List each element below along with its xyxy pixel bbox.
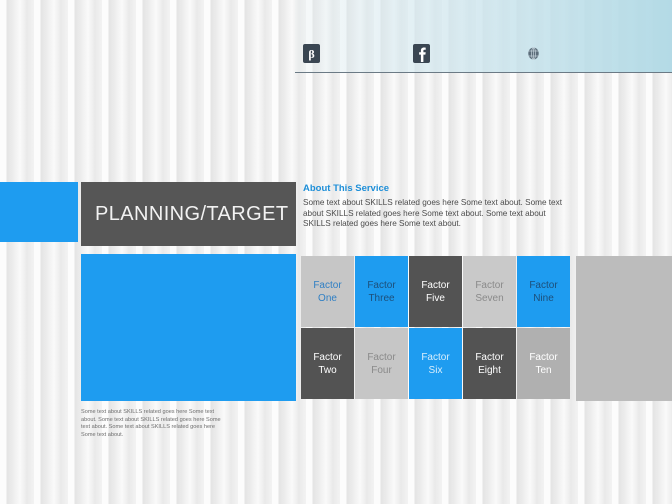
page-title-bar: PLANNING/TARGET [81,182,296,246]
factor-tile[interactable]: Factor Five [409,256,462,327]
right-gray-panel [576,256,672,401]
about-heading: About This Service [303,183,390,194]
factor-tile-line1: Factor [529,279,558,291]
page-root: β PLANNING/TARGET About This Service Som… [0,0,672,504]
factor-tile[interactable]: Factor Six [409,328,462,399]
factor-tile-line1: Factor [367,351,396,363]
left-accent-block [0,182,78,242]
factor-tile-line1: Factor [367,279,396,291]
factor-tile-line2: Five [426,292,445,304]
factor-tile[interactable]: Factor Three [355,256,408,327]
factor-tile-line2: One [318,292,337,304]
factor-tile-line1: Factor [475,279,504,291]
facebook-icon-glyph [413,44,430,63]
factor-tile[interactable]: Factor Ten [517,328,570,399]
footer-body-text: Some text about SKILLS related goes here… [81,409,221,438]
factor-tile-line1: Factor [421,279,450,291]
factor-tile-line1: Factor [475,351,504,363]
factor-tile-line2: Six [428,364,443,376]
behance-icon-glyph: β [303,44,320,63]
behance-icon[interactable]: β [303,44,320,63]
factor-tile-line1: Factor [529,351,558,363]
globe-icon-glyph [528,47,539,60]
factor-tile[interactable]: Factor Nine [517,256,570,327]
factor-tile-line1: Factor [313,351,342,363]
page-title: PLANNING/TARGET [95,202,289,225]
about-service-panel: About This Service Some text about SKILL… [303,183,571,230]
factor-tile-line2: Nine [533,292,554,304]
facebook-icon[interactable] [413,44,430,63]
factor-tile-line1: Factor [421,351,450,363]
factor-tile[interactable]: Factor One [301,256,354,327]
hero-image-block [81,254,296,401]
factor-grid: Factor One Factor Three Factor Five Factor Seve… [301,256,573,399]
social-links-bar: β [295,44,672,66]
factor-tile-line1: Factor [313,279,342,291]
factor-tile-line2: Two [318,364,337,376]
factor-tile-line2: Eight [478,364,501,376]
factor-tile[interactable]: Factor Eight [463,328,516,399]
svg-text:β: β [308,47,314,61]
about-body-text: Some text about SKILLS related goes here… [303,198,562,229]
factor-tile-line2: Seven [475,292,504,304]
factor-tile-line2: Three [368,292,395,304]
factor-tile[interactable]: Factor Four [355,328,408,399]
factor-tile[interactable]: Factor Seven [463,256,516,327]
globe-icon[interactable] [525,44,542,63]
factor-tile-line2: Four [371,364,392,376]
factor-tile-line2: Ten [535,364,552,376]
factor-tile[interactable]: Factor Two [301,328,354,399]
